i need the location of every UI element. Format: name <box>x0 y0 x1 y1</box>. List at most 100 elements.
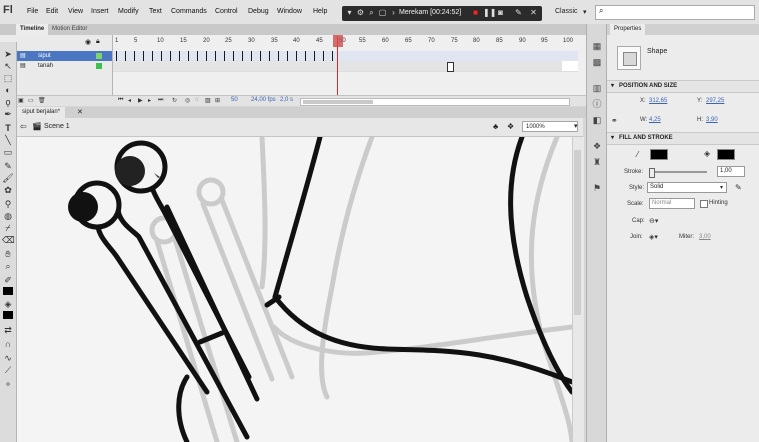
components-panel-icon[interactable]: ♜ <box>591 156 603 168</box>
onion-outline-icon[interactable]: ◌ <box>195 97 199 103</box>
swap-colors-icon[interactable]: ⇄ <box>2 324 14 336</box>
stroke-color-icon[interactable]: ✐ <box>2 274 14 286</box>
menu-edit[interactable]: Edit <box>46 8 58 15</box>
edit-stroke-style-icon[interactable]: ✎ <box>735 183 742 192</box>
onion-skin-icon[interactable]: ◎ <box>185 97 190 104</box>
stroke-width-input[interactable]: 1,00 <box>717 166 745 177</box>
menu-help[interactable]: Help <box>313 8 327 15</box>
stroke-color-swatch[interactable] <box>3 287 13 295</box>
pencil-tool-icon[interactable]: ✎ <box>2 160 14 172</box>
brush-tool-icon[interactable]: 🖌︎ <box>2 172 14 184</box>
cap-style-icon[interactable]: ⊖▾ <box>649 217 658 225</box>
fill-stroke-header[interactable]: ▾ FILL AND STROKE <box>607 132 759 145</box>
play-icon[interactable]: ▶ <box>138 97 143 104</box>
straighten-icon[interactable]: ⟋ <box>2 364 14 376</box>
prev-frame-icon[interactable]: ◂ <box>128 97 131 104</box>
current-frame[interactable]: 50 <box>231 97 238 103</box>
loop-icon[interactable]: ↻ <box>172 97 177 104</box>
miter-value[interactable]: 3,00 <box>699 234 711 240</box>
motion-presets-icon[interactable]: ⚑ <box>591 182 603 194</box>
position-size-header[interactable]: ▾ POSITION AND SIZE <box>607 80 759 93</box>
menu-file[interactable]: File <box>27 8 38 15</box>
fullscreen-icon[interactable]: ▢ <box>378 8 387 17</box>
search-input[interactable]: ⌕ <box>595 5 755 20</box>
layer-row-siput[interactable]: ▤ siput <box>16 51 112 61</box>
chevron-icon[interactable]: › <box>389 8 398 17</box>
subselection-tool-icon[interactable]: ↖ <box>2 60 14 72</box>
frame-row-siput[interactable] <box>113 51 578 61</box>
lasso-tool-icon[interactable]: ϙ <box>2 96 14 108</box>
next-frame-icon[interactable]: ▸ <box>148 97 151 104</box>
new-folder-icon[interactable]: ▭ <box>28 97 34 104</box>
delete-layer-icon[interactable]: 🗑︎ <box>38 97 46 104</box>
end-keyframe[interactable] <box>447 62 454 72</box>
tab-properties[interactable]: Properties <box>610 24 646 35</box>
link-icon[interactable]: ⚭ <box>611 116 618 125</box>
eyedropper-tool-icon[interactable]: ⌿ <box>2 222 14 234</box>
align-panel-icon[interactable]: ▥ <box>591 82 603 94</box>
swatches-panel-icon[interactable]: ▩ <box>591 56 603 68</box>
timeline-hscroll[interactable] <box>300 98 570 106</box>
chevron-down-icon[interactable]: ▾ <box>574 122 578 130</box>
fill-color-icon[interactable]: ◈ <box>2 298 14 310</box>
h-value[interactable]: 3,90 <box>706 117 718 123</box>
edit-symbol-icon[interactable]: ❖ <box>507 122 514 131</box>
fill-color-swatch[interactable] <box>3 311 13 319</box>
workspace-chevron-icon[interactable]: ▾ <box>583 8 587 16</box>
layer-row-tanah[interactable]: ▤ tanah <box>16 61 112 71</box>
playhead-handle[interactable] <box>333 35 343 47</box>
snap-icon[interactable]: ∩ <box>2 338 14 350</box>
paint-bucket-tool-icon[interactable]: ◍ <box>2 210 14 222</box>
menu-debug[interactable]: Debug <box>248 8 269 15</box>
camera-icon[interactable]: ◙ <box>496 8 505 17</box>
frame-row-tanah[interactable] <box>113 61 578 72</box>
hand-tool-icon[interactable]: ✋︎ <box>2 248 14 260</box>
w-value[interactable]: 4,25 <box>649 117 661 123</box>
menu-view[interactable]: View <box>68 8 83 15</box>
frame-ruler[interactable]: 1 5 10 15 20 25 30 35 40 45 50 55 60 65 … <box>113 35 578 49</box>
onion-markers-icon[interactable]: ⊞ <box>215 97 220 104</box>
x-value[interactable]: 312,65 <box>649 98 667 104</box>
tab-timeline[interactable]: Timeline <box>16 24 49 35</box>
stroke-slider[interactable] <box>649 168 707 178</box>
document-tab[interactable]: siput berjalan* <box>17 107 66 118</box>
pen-tool-icon[interactable]: ✒ <box>2 108 14 120</box>
transform-panel-icon[interactable]: ◧ <box>591 114 603 126</box>
eye-icon[interactable]: ◉ <box>85 38 91 46</box>
line-tool-icon[interactable]: ╲ <box>2 134 14 146</box>
stage-vscroll-thumb[interactable] <box>574 150 581 315</box>
search-icon[interactable]: ⌕ <box>367 8 376 17</box>
stage-canvas[interactable] <box>17 137 572 442</box>
zoom-select[interactable]: 1000% <box>522 121 578 132</box>
color-panel-icon[interactable]: ▦ <box>591 40 603 52</box>
eraser-tool-icon[interactable]: ⌫ <box>2 234 15 246</box>
pen-icon[interactable]: ✎ <box>514 8 523 17</box>
close-icon[interactable]: ✕ <box>529 8 538 17</box>
style-select[interactable]: Solid <box>647 182 727 193</box>
back-arrow-icon[interactable]: ⇦ <box>20 122 27 131</box>
options-icon[interactable]: ⚬ <box>2 378 14 390</box>
first-frame-icon[interactable]: ⏮ <box>118 97 123 104</box>
hinting-checkbox[interactable] <box>700 200 708 208</box>
smooth-icon[interactable]: ∿ <box>2 352 14 364</box>
zoom-tool-icon[interactable]: ⌕ <box>2 260 14 272</box>
edit-multiple-icon[interactable]: ▨ <box>205 97 211 104</box>
menu-modify[interactable]: Modify <box>118 8 139 15</box>
timeline-hscroll-thumb[interactable] <box>303 100 373 104</box>
fill-color-swatch[interactable] <box>717 149 735 160</box>
3d-rotation-tool-icon[interactable]: ◐ <box>2 84 14 96</box>
deco-tool-icon[interactable]: ✿ <box>2 184 14 196</box>
menu-commands[interactable]: Commands <box>171 8 207 15</box>
menu-insert[interactable]: Insert <box>91 8 109 15</box>
free-transform-tool-icon[interactable]: ⬚ <box>2 72 14 84</box>
settings-icon[interactable]: ⚙ <box>356 8 365 17</box>
pause-icon[interactable]: ❚❚ <box>483 8 496 17</box>
library-panel-icon[interactable]: ❖ <box>591 140 603 152</box>
y-value[interactable]: 297,25 <box>706 98 724 104</box>
workspace-switcher[interactable]: Classic <box>555 8 578 15</box>
edit-scene-icon[interactable]: ♣ <box>493 122 498 131</box>
scale-select[interactable]: Normal <box>649 198 695 209</box>
last-frame-icon[interactable]: ⏭ <box>158 97 163 104</box>
menu-control[interactable]: Control <box>215 8 238 15</box>
rectangle-tool-icon[interactable]: ▭ <box>2 146 14 158</box>
